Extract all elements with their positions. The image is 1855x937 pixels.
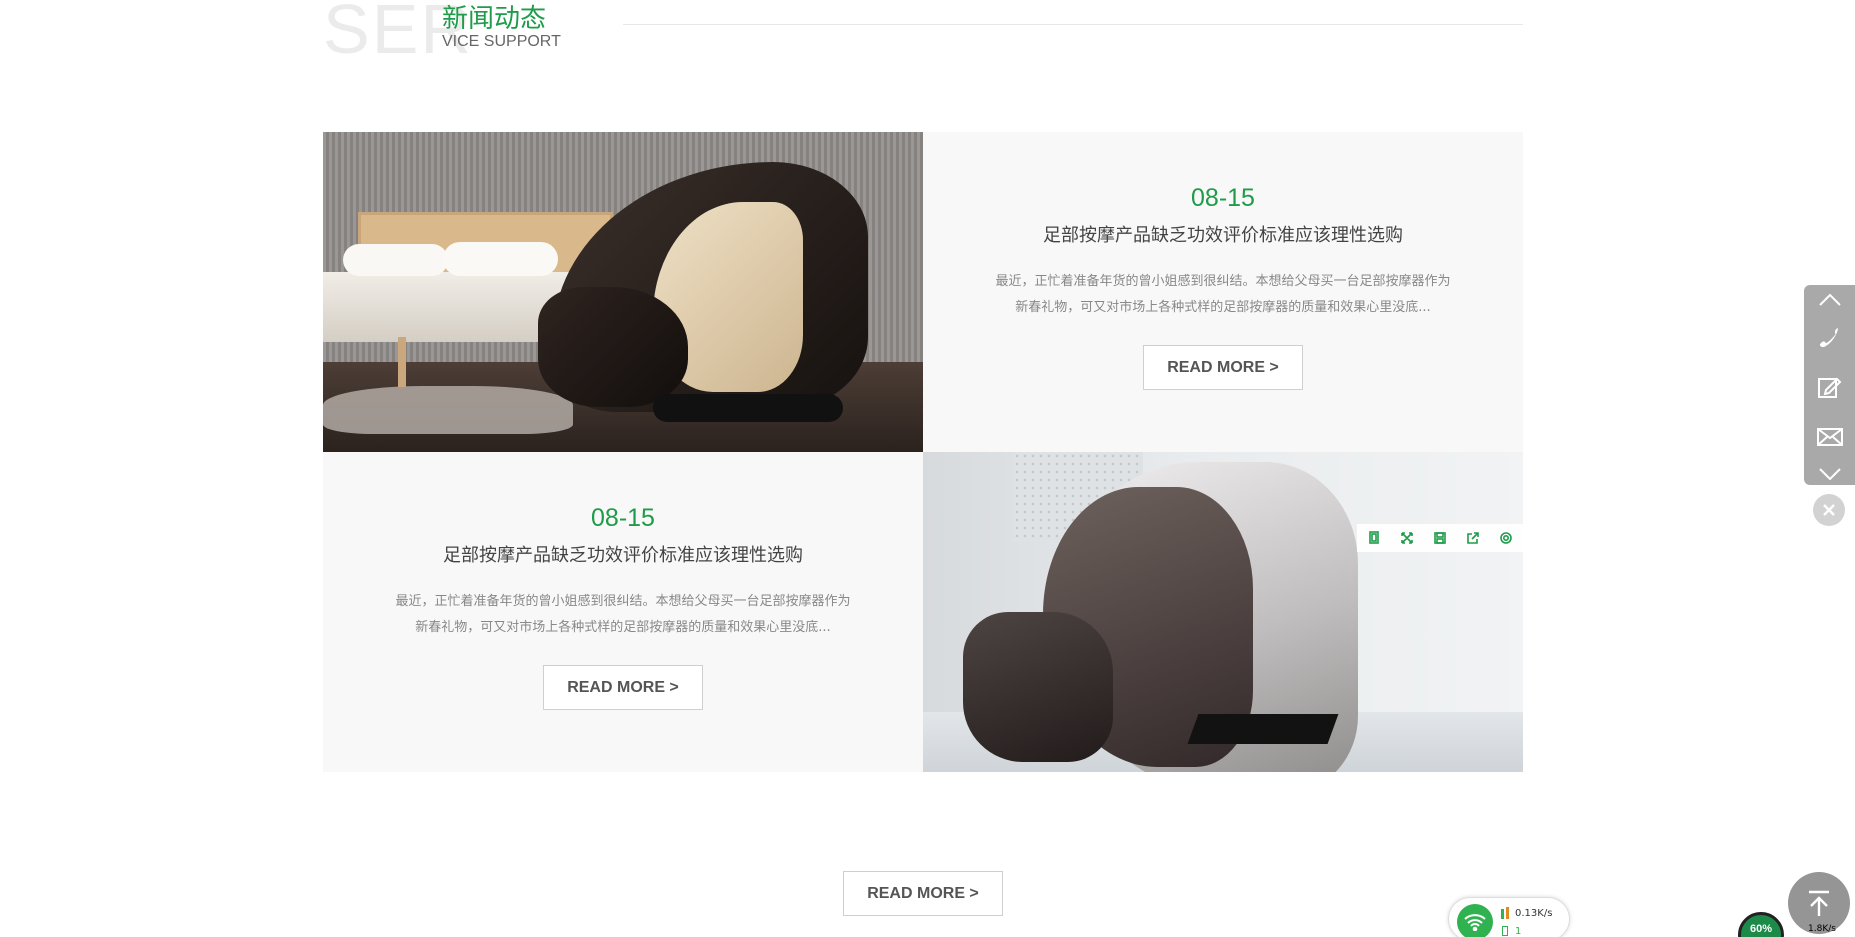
- news-excerpt-line: 最近，正忙着准备年货的曾小姐感到很纠结。本想给父母买一台足部按摩器作为: [995, 274, 1451, 289]
- floating-sidebar: [1804, 285, 1855, 485]
- mail-icon[interactable]: [1804, 415, 1855, 459]
- settings-icon[interactable]: [1498, 530, 1514, 546]
- taskbar-widget: 60% 1.8K/s: [1730, 912, 1855, 937]
- news-card-2: 08-15 足部按摩产品缺乏功效评价标准应该理性选购 最近，正忙着准备年货的曾小…: [323, 452, 923, 772]
- copy-icon[interactable]: [1366, 530, 1382, 546]
- transfer-rate: 1.8K/s: [1808, 924, 1836, 934]
- news-title[interactable]: 足部按摩产品缺乏功效评价标准应该理性选购: [323, 541, 923, 567]
- close-icon[interactable]: [1813, 494, 1845, 526]
- massage-chair-bedroom-image: [323, 132, 923, 452]
- usage-percent: 60%: [1738, 912, 1784, 937]
- read-more-button[interactable]: READ MORE >: [543, 665, 703, 710]
- news-excerpt: 最近，正忙着准备年货的曾小姐感到很纠结。本想给父母买一台足部按摩器作为 新春礼物…: [373, 589, 873, 641]
- network-widget[interactable]: 0.13K/s 1: [1448, 897, 1570, 937]
- news-excerpt-line: 最近，正忙着准备年货的曾小姐感到很纠结。本想给父母买一台足部按摩器作为: [395, 594, 851, 609]
- news-card-1: 08-15 足部按摩产品缺乏功效评价标准应该理性选购 最近，正忙着准备年货的曾小…: [923, 132, 1523, 452]
- chevron-up-icon[interactable]: [1804, 289, 1855, 311]
- news-date: 08-15: [591, 504, 655, 532]
- news-image-2[interactable]: [923, 452, 1523, 772]
- phone-icon[interactable]: [1804, 315, 1855, 359]
- news-image-1[interactable]: [323, 132, 923, 452]
- read-more-main-button[interactable]: READ MORE >: [843, 871, 1003, 916]
- section-subtitle: VICE SUPPORT: [442, 33, 561, 50]
- section-header: SER 新闻动态 VICE SUPPORT: [323, 0, 1523, 64]
- wifi-icon: [1457, 904, 1493, 937]
- device-icon: [1502, 926, 1508, 936]
- edit-icon[interactable]: [1804, 365, 1855, 409]
- news-date: 08-15: [1191, 184, 1255, 212]
- news-grid: 08-15 足部按摩产品缺乏功效评价标准应该理性选购 最近，正忙着准备年货的曾小…: [323, 132, 1523, 772]
- section-divider: [623, 24, 1523, 25]
- save-icon[interactable]: [1432, 530, 1448, 546]
- image-toolbar: [1357, 524, 1523, 552]
- news-excerpt-line: 新春礼物，可又对市场上各种式样的足部按摩器的质量和效果心里没底...: [1015, 300, 1431, 315]
- massage-chair-grey-image: [923, 452, 1523, 772]
- chevron-down-icon[interactable]: [1804, 463, 1855, 485]
- share-icon[interactable]: [1465, 530, 1481, 546]
- news-excerpt-line: 新春礼物，可又对市场上各种式样的足部按摩器的质量和效果心里没底...: [415, 620, 831, 635]
- read-more-button[interactable]: READ MORE >: [1143, 345, 1303, 390]
- news-excerpt: 最近，正忙着准备年货的曾小姐感到很纠结。本想给父母买一台足部按摩器作为 新春礼物…: [973, 269, 1473, 321]
- section-title: 新闻动态: [442, 4, 547, 34]
- network-speed: 0.13K/s: [1515, 908, 1553, 919]
- fullscreen-icon[interactable]: [1399, 530, 1415, 546]
- news-title[interactable]: 足部按摩产品缺乏功效评价标准应该理性选购: [923, 221, 1523, 247]
- device-count: 1: [1515, 926, 1522, 937]
